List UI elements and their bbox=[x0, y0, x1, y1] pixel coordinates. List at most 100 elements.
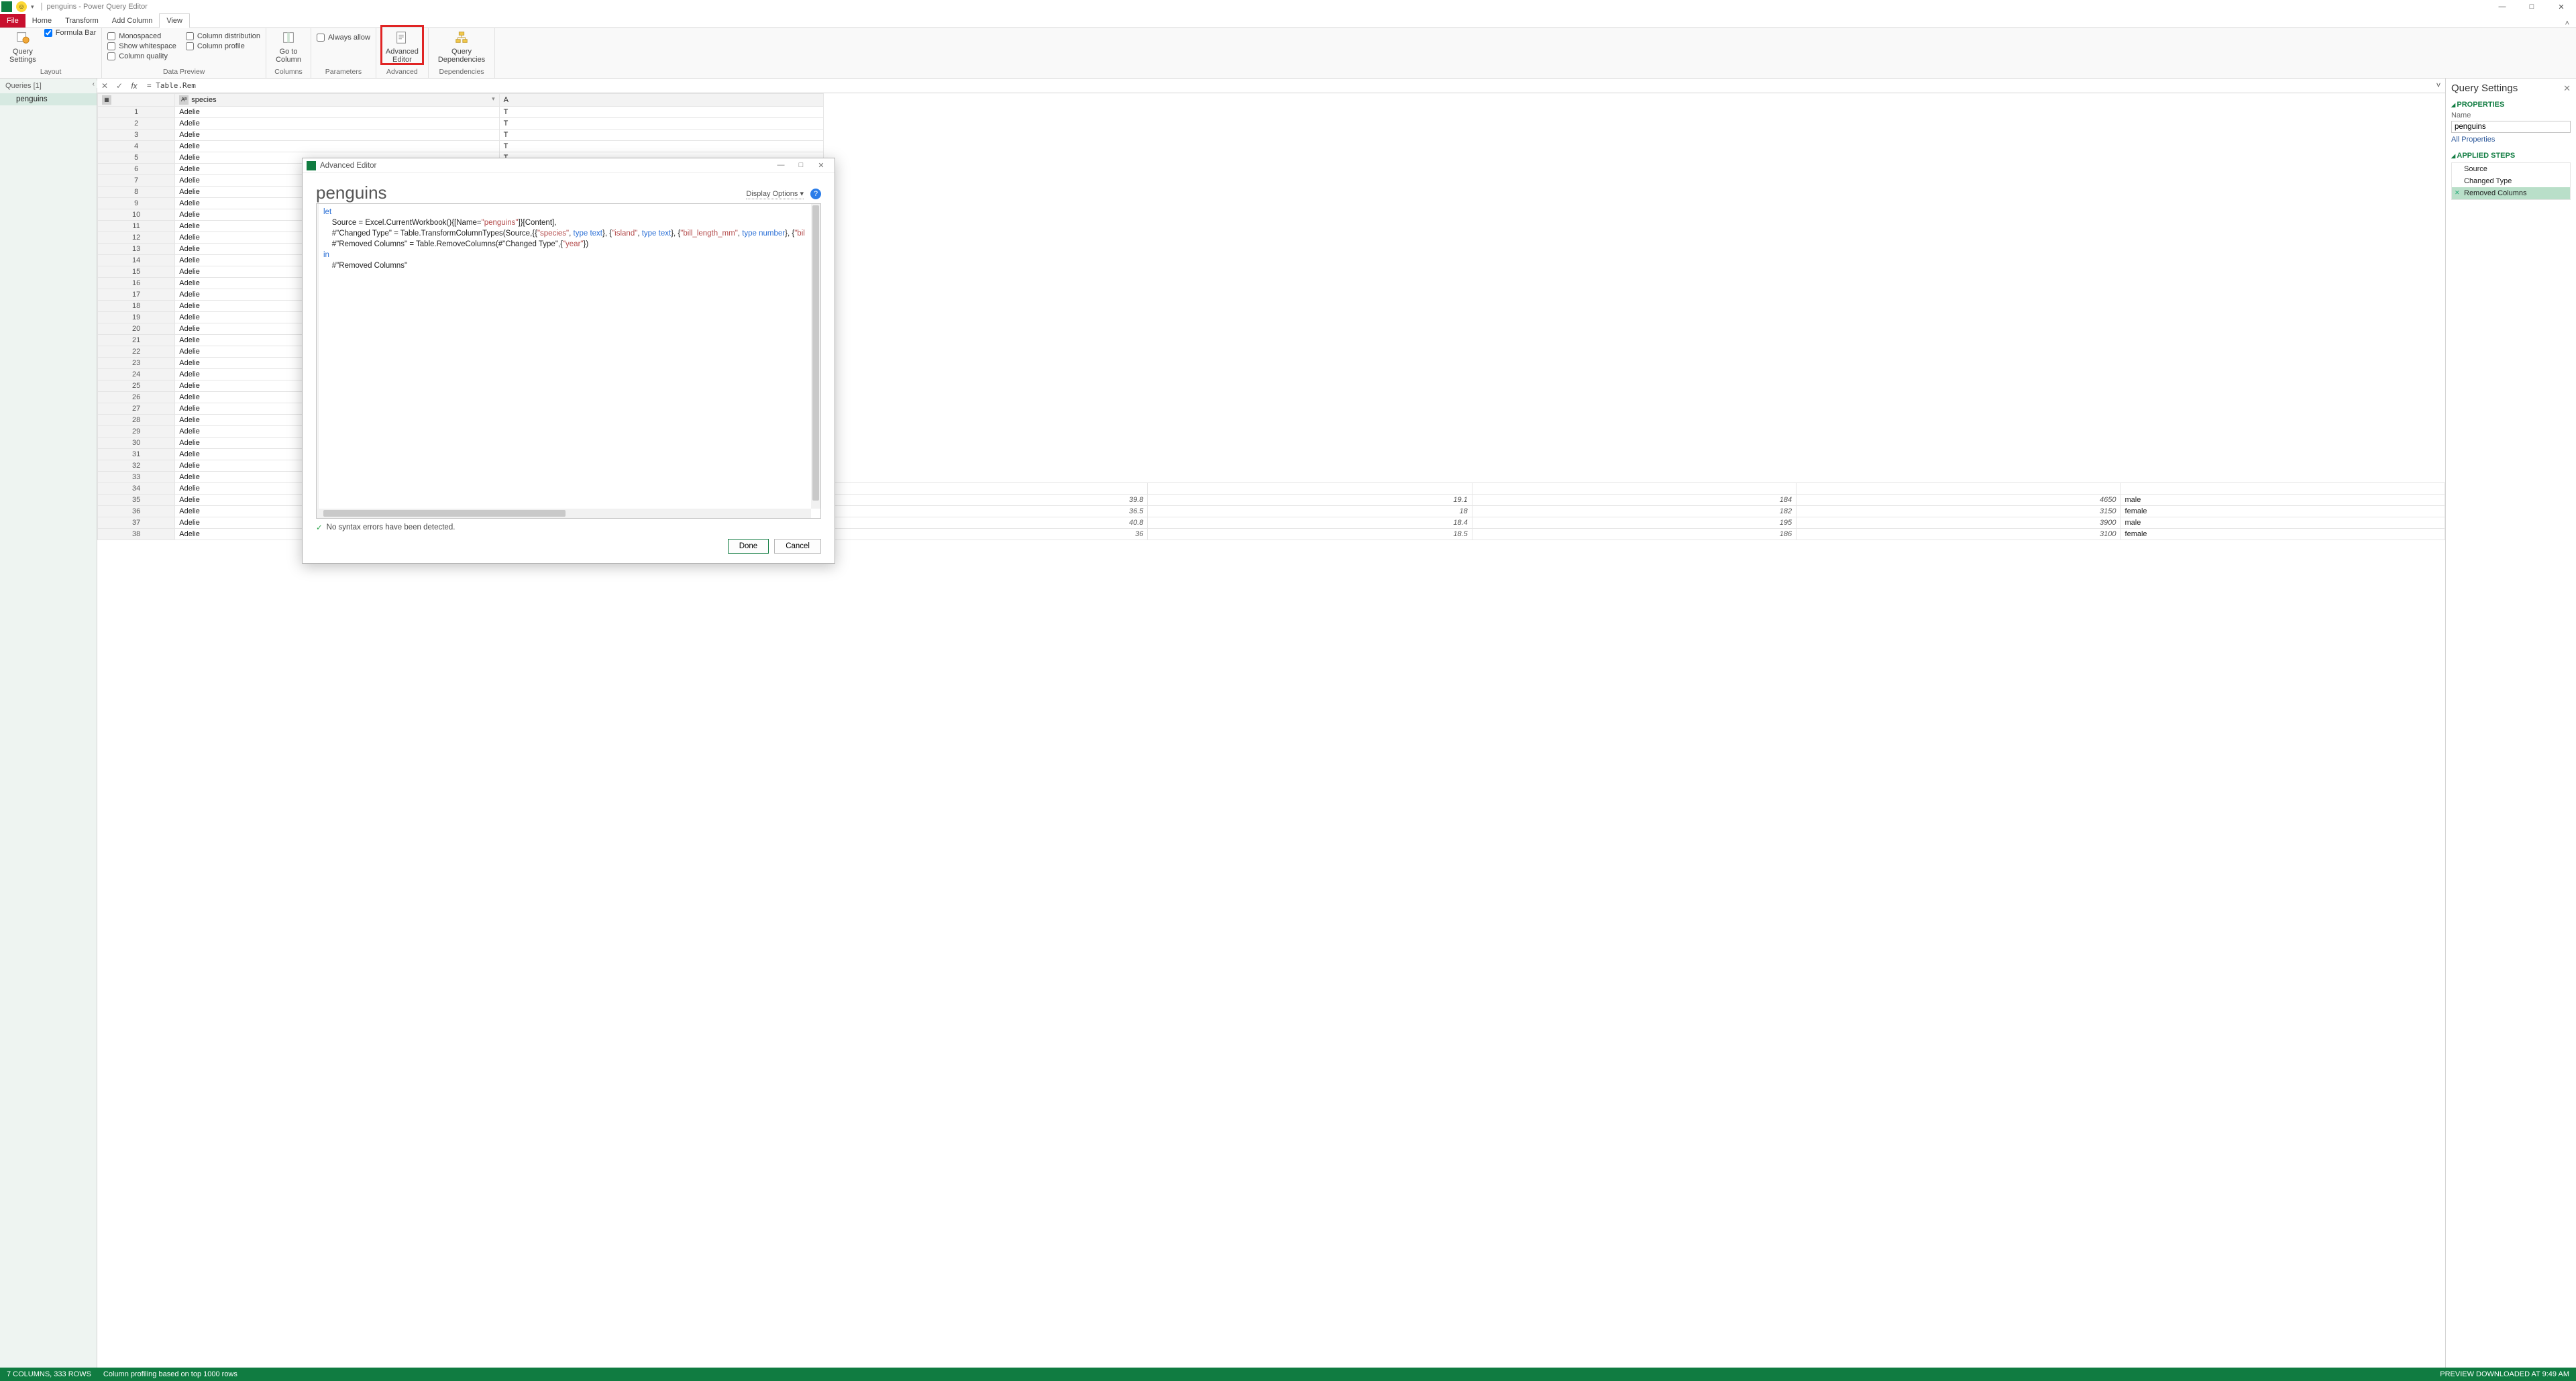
row-number: 23 bbox=[98, 358, 175, 369]
tab-view[interactable]: View bbox=[159, 13, 190, 28]
cell-bill-length[interactable]: 36.5 bbox=[824, 506, 1148, 517]
settings-close-icon[interactable]: ✕ bbox=[2563, 83, 2571, 94]
column-quality-checkbox[interactable]: Column quality bbox=[107, 52, 176, 60]
tab-add-column[interactable]: Add Column bbox=[105, 14, 160, 28]
cell-flipper[interactable]: 186 bbox=[1472, 529, 1796, 540]
formula-cancel-icon[interactable]: ✕ bbox=[97, 81, 112, 91]
cell-sex[interactable]: female bbox=[2121, 506, 2445, 517]
status-profiling[interactable]: Column profiling based on top 1000 rows bbox=[103, 1370, 237, 1378]
cell-flipper[interactable] bbox=[1472, 483, 1796, 495]
formula-expand-icon[interactable]: ˅ bbox=[2432, 82, 2445, 90]
cell-partial[interactable]: T bbox=[499, 141, 823, 152]
table-row[interactable]: 4 Adelie T bbox=[98, 141, 2445, 152]
cell-species[interactable]: Adelie bbox=[175, 141, 499, 152]
cell-partial[interactable]: T bbox=[499, 118, 823, 130]
table-row[interactable]: 2 Adelie T bbox=[98, 118, 2445, 130]
cell-bill-length[interactable]: 39.8 bbox=[824, 495, 1148, 506]
cancel-button[interactable]: Cancel bbox=[774, 539, 821, 554]
window-maximize-button[interactable]: □ bbox=[2517, 0, 2546, 13]
step-changed-type[interactable]: Changed Type bbox=[2452, 175, 2570, 187]
formula-text[interactable]: = Table.Rem bbox=[142, 81, 2432, 90]
cell-bill-length[interactable] bbox=[824, 483, 1148, 495]
column-header-species[interactable]: Aᴮspecies▾ bbox=[175, 94, 499, 107]
cell-partial[interactable]: T bbox=[499, 107, 823, 118]
cell-bill-depth[interactable]: 18.5 bbox=[1148, 529, 1472, 540]
cell-flipper[interactable]: 184 bbox=[1472, 495, 1796, 506]
help-icon[interactable]: ? bbox=[810, 189, 821, 199]
column-profile-checkbox[interactable]: Column profile bbox=[186, 42, 260, 50]
queries-collapse-icon[interactable]: ‹ bbox=[90, 81, 97, 88]
query-name-input[interactable] bbox=[2451, 121, 2571, 133]
qat-dropdown-icon[interactable]: ▾ bbox=[31, 3, 34, 11]
display-options-dropdown[interactable]: Display Options ▾ bbox=[746, 189, 804, 199]
row-number: 26 bbox=[98, 392, 175, 403]
fx-icon[interactable]: fx bbox=[127, 81, 142, 91]
cell-sex[interactable]: female bbox=[2121, 529, 2445, 540]
cell-flipper[interactable]: 195 bbox=[1472, 517, 1796, 529]
cell-body-mass[interactable]: 3150 bbox=[1796, 506, 2121, 517]
column-header-partial[interactable]: A bbox=[499, 94, 823, 107]
group-label-parameters: Parameters bbox=[311, 66, 376, 78]
queries-header: Queries [1] bbox=[5, 82, 42, 90]
column-distribution-checkbox[interactable]: Column distribution bbox=[186, 32, 260, 40]
table-row[interactable]: 1 Adelie T bbox=[98, 107, 2445, 118]
query-dependencies-label: Query Dependencies bbox=[438, 48, 485, 64]
cell-species[interactable]: Adelie bbox=[175, 107, 499, 118]
cell-body-mass[interactable]: 3900 bbox=[1796, 517, 2121, 529]
row-number: 9 bbox=[98, 198, 175, 209]
query-item-penguins[interactable]: penguins bbox=[0, 93, 97, 105]
ribbon: Query Settings Formula Bar Layout Monosp… bbox=[0, 28, 2576, 79]
cell-bill-depth[interactable]: 18.4 bbox=[1148, 517, 1472, 529]
cell-species[interactable]: Adelie bbox=[175, 118, 499, 130]
dialog-titlebar[interactable]: Advanced Editor — □ ✕ bbox=[303, 158, 835, 173]
cell-body-mass[interactable]: 4650 bbox=[1796, 495, 2121, 506]
table-row[interactable]: 3 Adelie T bbox=[98, 130, 2445, 141]
formula-bar-checkbox[interactable]: Formula Bar bbox=[44, 29, 97, 37]
dialog-maximize-button[interactable]: □ bbox=[792, 161, 810, 170]
properties-header[interactable]: PROPERTIES bbox=[2451, 101, 2571, 109]
applied-steps-header[interactable]: APPLIED STEPS bbox=[2451, 152, 2571, 160]
done-button[interactable]: Done bbox=[728, 539, 769, 554]
query-settings-button[interactable]: Query Settings bbox=[5, 26, 40, 64]
cell-body-mass[interactable] bbox=[1796, 483, 2121, 495]
cell-bill-depth[interactable] bbox=[1148, 483, 1472, 495]
code-editor[interactable]: let Source = Excel.CurrentWorkbook(){[Na… bbox=[316, 203, 821, 519]
code-content[interactable]: let Source = Excel.CurrentWorkbook(){[Na… bbox=[317, 204, 820, 509]
cell-species[interactable]: Adelie bbox=[175, 130, 499, 141]
cell-body-mass[interactable]: 3100 bbox=[1796, 529, 2121, 540]
ribbon-group-parameters: Always allow Parameters bbox=[311, 28, 376, 78]
row-number: 38 bbox=[98, 529, 175, 540]
cell-sex[interactable] bbox=[2121, 483, 2445, 495]
cell-bill-depth[interactable]: 18 bbox=[1148, 506, 1472, 517]
code-hscrollbar[interactable] bbox=[317, 509, 811, 518]
step-source[interactable]: Source bbox=[2452, 163, 2570, 175]
cell-bill-depth[interactable]: 19.1 bbox=[1148, 495, 1472, 506]
window-close-button[interactable]: ✕ bbox=[2546, 0, 2576, 13]
advanced-editor-button[interactable]: Advanced Editor bbox=[382, 26, 423, 64]
window-minimize-button[interactable]: — bbox=[2487, 0, 2517, 13]
always-allow-checkbox[interactable]: Always allow bbox=[317, 34, 370, 42]
code-vscrollbar[interactable] bbox=[811, 204, 820, 509]
query-dependencies-button[interactable]: Query Dependencies bbox=[434, 26, 489, 64]
cell-bill-length[interactable]: 40.8 bbox=[824, 517, 1148, 529]
formula-commit-icon[interactable]: ✓ bbox=[112, 81, 127, 91]
step-removed-columns[interactable]: Removed Columns bbox=[2452, 187, 2570, 199]
cell-bill-length[interactable]: 36 bbox=[824, 529, 1148, 540]
table-corner[interactable]: ▦ bbox=[98, 94, 175, 107]
cell-sex[interactable]: male bbox=[2121, 517, 2445, 529]
dialog-minimize-button[interactable]: — bbox=[771, 161, 790, 170]
all-properties-link[interactable]: All Properties bbox=[2451, 136, 2571, 144]
status-cols-rows: 7 COLUMNS, 333 ROWS bbox=[7, 1370, 91, 1378]
go-to-column-button[interactable]: Go to Column bbox=[272, 26, 305, 64]
smiley-icon[interactable]: ☺ bbox=[16, 1, 27, 12]
cell-flipper[interactable]: 182 bbox=[1472, 506, 1796, 517]
cell-sex[interactable]: male bbox=[2121, 495, 2445, 506]
dialog-close-button[interactable]: ✕ bbox=[812, 161, 830, 170]
cell-partial[interactable]: T bbox=[499, 130, 823, 141]
row-number: 10 bbox=[98, 209, 175, 221]
ribbon-collapse-icon[interactable]: ˄ bbox=[2559, 19, 2576, 28]
go-to-column-label: Go to Column bbox=[276, 48, 301, 64]
column-dropdown-icon[interactable]: ▾ bbox=[492, 95, 495, 103]
show-whitespace-checkbox[interactable]: Show whitespace bbox=[107, 42, 176, 50]
monospaced-checkbox[interactable]: Monospaced bbox=[107, 32, 176, 40]
